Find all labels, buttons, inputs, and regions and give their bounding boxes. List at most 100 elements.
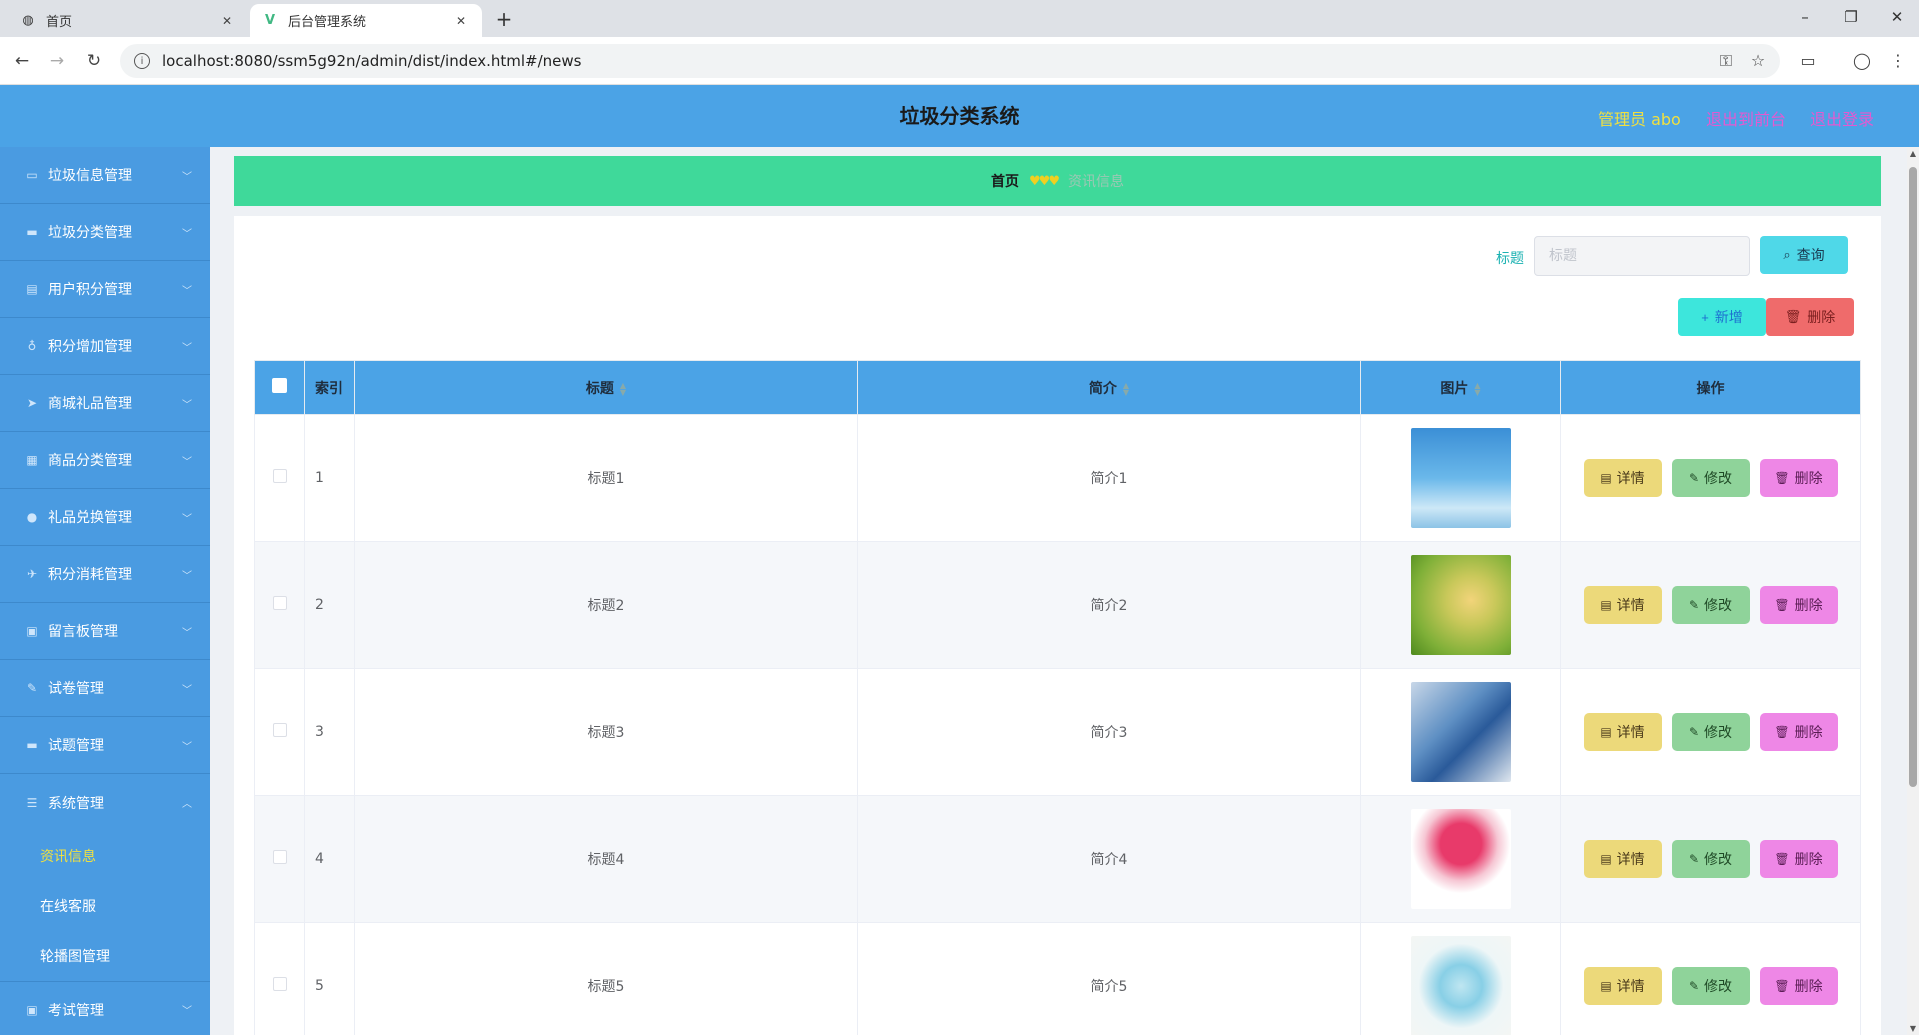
delete-button[interactable]: 🗑 删除 (1759, 713, 1838, 751)
detail-button[interactable]: ▤ 详情 (1583, 840, 1662, 878)
row-checkbox[interactable] (272, 596, 287, 610)
edit-button[interactable]: ✎ 修改 (1671, 967, 1750, 1005)
reload-icon[interactable]: ↻ (82, 49, 106, 73)
sort-icon[interactable]: ▲ ▼ (1123, 381, 1129, 396)
sidebar-item-goods-category[interactable]: ▦ 商品分类管理 ﹀ (0, 432, 210, 489)
sidebar-item-points-consume[interactable]: ✈ 积分消耗管理 ﹀ (0, 546, 210, 603)
sidebar-item-label: 垃圾信息管理 (48, 168, 132, 184)
browser-tab-admin[interactable]: V 后台管理系统 ✕ (250, 4, 482, 37)
building-icon: ▦ (26, 453, 38, 467)
sidebar-item-label: 积分消耗管理 (48, 567, 132, 583)
edit-button[interactable]: ✎ 修改 (1671, 459, 1750, 497)
delete-label: 删除 (1794, 979, 1823, 995)
sort-icon[interactable]: ▲ ▼ (1474, 381, 1480, 396)
chevron-down-icon: ﹀ (182, 513, 192, 525)
sidebar-item-points-increase[interactable]: ♁ 积分增加管理 ﹀ (0, 318, 210, 375)
column-header-intro[interactable]: 简介 ▲ ▼ (857, 360, 1361, 415)
star-icon[interactable]: ☆ (1746, 49, 1770, 73)
browser-tab-bar: ◍ 首页 ✕ V 后台管理系统 ✕ + – ❐ ✕ (0, 0, 1919, 37)
restore-icon[interactable]: ❐ (1840, 8, 1862, 30)
row-select-cell (254, 414, 305, 542)
edit-button[interactable]: ✎ 修改 (1671, 713, 1750, 751)
add-button[interactable]: + 新增 (1678, 298, 1766, 336)
edit-button[interactable]: ✎ 修改 (1671, 586, 1750, 624)
scrollbar-thumb[interactable] (1909, 167, 1917, 787)
trash-icon: 🗑 (1774, 598, 1790, 612)
detail-button[interactable]: ▤ 详情 (1583, 586, 1662, 624)
sidebar-subitem-news[interactable]: 资讯信息 (0, 831, 210, 881)
profile-icon[interactable]: ◯ (1850, 49, 1874, 73)
close-icon[interactable]: ✕ (452, 12, 470, 30)
breadcrumb: 首页 ♥♥♥ 资讯信息 (234, 156, 1881, 206)
detail-button[interactable]: ▤ 详情 (1583, 967, 1662, 1005)
detail-button[interactable]: ▤ 详情 (1583, 713, 1662, 751)
app-header: 垃圾分类系统 管理员 abo 退出到前台 退出登录 (0, 85, 1919, 147)
pencil-icon: ✎ (1688, 979, 1700, 993)
sidebar-subitem-online-service[interactable]: 在线客服 (0, 881, 210, 931)
edit-button[interactable]: ✎ 修改 (1671, 840, 1750, 878)
row-title: 标题3 (354, 668, 858, 796)
menu-icon[interactable]: ⋮ (1886, 49, 1910, 73)
sidebar-item-label: 用户积分管理 (48, 282, 132, 298)
sort-icon[interactable]: ▲ ▼ (620, 381, 626, 396)
close-window-icon[interactable]: ✕ (1886, 8, 1908, 30)
sidebar-item-user-points[interactable]: ▤ 用户积分管理 ﹀ (0, 261, 210, 318)
detail-label: 详情 (1616, 852, 1645, 868)
column-header-image[interactable]: 图片 ▲ ▼ (1360, 360, 1561, 415)
sidebar-item-questions[interactable]: ▬ 试题管理 ﹀ (0, 717, 210, 774)
delete-button[interactable]: 🗑 删除 (1759, 967, 1838, 1005)
column-header-index: 索引 (304, 360, 355, 415)
column-header-label: 操作 (1696, 380, 1725, 397)
browser-tab-home[interactable]: ◍ 首页 ✕ (8, 4, 248, 37)
breadcrumb-home[interactable]: 首页 (991, 171, 1019, 191)
sidebar-item-message-board[interactable]: ▣ 留言板管理 ﹀ (0, 603, 210, 660)
content-panel: 标题 ⌕ 查询 + 新增 🗑 删除 索引 标题 ▲▼ 简介 ▲▼ 图片 ▲▼ 操作 (234, 216, 1881, 1035)
logout-link[interactable]: 退出登录 (1810, 106, 1874, 130)
detail-label: 详情 (1616, 979, 1645, 995)
row-intro: 简介4 (857, 795, 1361, 923)
sidebar-item-waste-category[interactable]: ▬ 垃圾分类管理 ﹀ (0, 204, 210, 261)
info-icon[interactable]: i (134, 53, 150, 69)
sidebar-item-gift-exchange[interactable]: ● 礼品兑换管理 ﹀ (0, 489, 210, 546)
close-icon[interactable]: ✕ (218, 12, 236, 30)
sidebar-item-exam[interactable]: ▣ 考试管理 ﹀ (0, 981, 210, 1035)
scroll-down-icon[interactable]: ▼ (1907, 1024, 1919, 1033)
sidebar-item-gift-shop[interactable]: ➤ 商城礼品管理 ﹀ (0, 375, 210, 432)
sidebar-item-label: 考试管理 (48, 1002, 104, 1019)
delete-button[interactable]: 🗑 删除 (1759, 459, 1838, 497)
minimize-icon[interactable]: – (1794, 8, 1816, 30)
row-checkbox[interactable] (272, 977, 287, 991)
scroll-up-icon[interactable]: ▲ (1907, 149, 1919, 158)
sidebar-item-label: 商品分类管理 (48, 453, 132, 469)
row-checkbox[interactable] (272, 723, 287, 737)
document-icon: ▤ (1600, 725, 1612, 739)
row-checkbox[interactable] (272, 850, 287, 864)
batch-delete-button[interactable]: 🗑 删除 (1766, 298, 1854, 336)
select-all-checkbox[interactable] (272, 378, 287, 393)
delete-button[interactable]: 🗑 删除 (1759, 586, 1838, 624)
sidebar-item-waste-info[interactable]: ▭ 垃圾信息管理 ﹀ (0, 147, 210, 204)
sidebar-subitem-carousel[interactable]: 轮播图管理 (0, 931, 210, 981)
chevron-down-icon: ﹀ (182, 285, 192, 297)
sidebar-item-papers[interactable]: ✎ 试卷管理 ﹀ (0, 660, 210, 717)
row-checkbox[interactable] (272, 469, 287, 483)
row-title: 标题4 (354, 795, 858, 923)
page-scrollbar[interactable]: ▲ ▼ (1907, 147, 1919, 1035)
detail-button[interactable]: ▤ 详情 (1583, 459, 1662, 497)
forward-icon[interactable]: → (45, 49, 69, 73)
delete-button[interactable]: 🗑 删除 (1759, 840, 1838, 878)
row-select-cell (254, 668, 305, 796)
exit-to-front-link[interactable]: 退出到前台 (1706, 106, 1786, 130)
sidebar-item-system[interactable]: ☰ 系统管理 ︿ (0, 774, 210, 831)
search-title-input[interactable] (1534, 236, 1750, 276)
key-icon[interactable]: ⚿ (1714, 49, 1738, 73)
url-field[interactable]: i localhost:8080/ssm5g92n/admin/dist/ind… (120, 44, 1780, 78)
column-header-label: 图片 (1440, 380, 1469, 397)
breadcrumb-current: 资讯信息 (1067, 174, 1124, 190)
query-button[interactable]: ⌕ 查询 (1760, 236, 1848, 274)
back-icon[interactable]: ← (10, 49, 34, 73)
column-header-title[interactable]: 标题 ▲ ▼ (354, 360, 858, 415)
new-tab-button[interactable]: + (492, 8, 516, 32)
reading-list-icon[interactable]: ▭ (1796, 49, 1820, 73)
document-icon: ▤ (1600, 471, 1612, 485)
